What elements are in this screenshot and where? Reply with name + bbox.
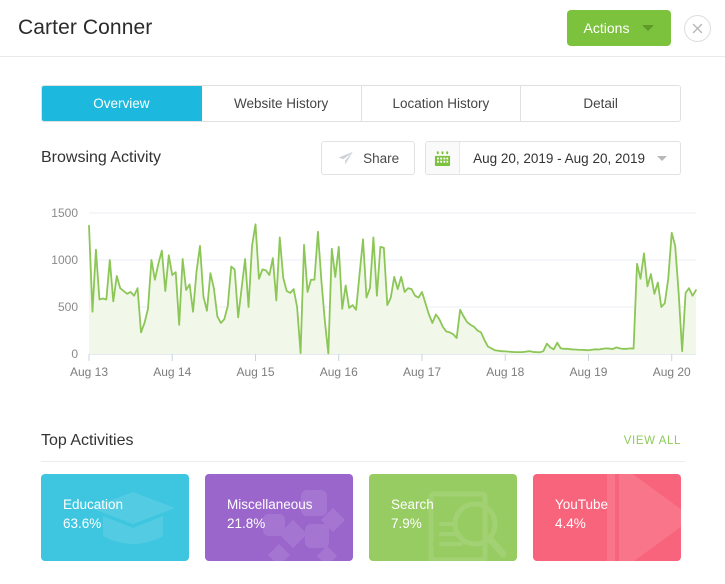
close-button[interactable] xyxy=(684,14,711,42)
tab-detail[interactable]: Detail xyxy=(521,86,680,121)
activity-card-percent: 63.6% xyxy=(63,516,102,531)
chart-x-tick-label: Aug 13 xyxy=(70,365,108,379)
chart-x-tick-label: Aug 18 xyxy=(486,365,524,379)
section-divider xyxy=(41,461,685,462)
chart-x-tick-label: Aug 17 xyxy=(403,365,441,379)
chart-y-tick-label: 1500 xyxy=(51,206,78,220)
share-button[interactable]: Share xyxy=(321,141,416,175)
chart-y-tick-label: 0 xyxy=(71,347,78,361)
top-activities-title: Top Activities xyxy=(41,432,134,449)
tab-location-history[interactable]: Location History xyxy=(361,86,522,121)
chart-y-tick-label: 500 xyxy=(58,300,78,314)
view-all-link[interactable]: VIEW ALL xyxy=(624,435,681,447)
chevron-down-icon xyxy=(657,155,667,161)
activity-card-name: Miscellaneous xyxy=(227,497,313,512)
tab-detail-label: Detail xyxy=(583,96,618,111)
tab-overview[interactable]: Overview xyxy=(42,86,202,121)
activity-card-text: YouTube 4.4% xyxy=(533,474,681,533)
actions-button-label: Actions xyxy=(583,20,630,36)
chart-svg: 0 500 1000 1500 Aug 13 Aug 14 Aug 15 Aug 16 Aug … xyxy=(51,206,697,379)
tab-website-history[interactable]: Website History xyxy=(201,86,362,121)
browsing-activity-title: Browsing Activity xyxy=(41,149,162,166)
chevron-down-icon xyxy=(642,25,655,31)
browsing-activity-chart: 0 500 1000 1500 Aug 13 Aug 14 Aug 15 Aug 16 Aug … xyxy=(22,196,702,392)
actions-button[interactable]: Actions xyxy=(567,10,671,46)
share-button-label: Share xyxy=(363,150,400,166)
tab-website-history-label: Website History xyxy=(233,96,329,111)
top-activities-header: Top Activities VIEW ALL xyxy=(41,428,681,454)
activity-card-text: Miscellaneous 21.8% xyxy=(205,474,353,533)
chart-y-tick-label: 1000 xyxy=(51,253,78,267)
activity-card-text: Education 63.6% xyxy=(41,474,189,533)
activity-card-percent: 7.9% xyxy=(391,516,422,531)
activity-card-education[interactable]: Education 63.6% xyxy=(41,474,189,561)
chart-x-tick-label: Aug 16 xyxy=(320,365,358,379)
activity-card-percent: 21.8% xyxy=(227,516,266,531)
activity-card-search[interactable]: Search 7.9% xyxy=(369,474,517,561)
date-range-picker[interactable]: Aug 20, 2019 - Aug 20, 2019 xyxy=(425,141,681,175)
browsing-activity-toolbar: Browsing Activity Share Aug 20, 2019 - A… xyxy=(41,140,681,176)
chart-x-tick-label: Aug 15 xyxy=(236,365,274,379)
chart-x-tick-label: Aug 19 xyxy=(569,365,607,379)
tab-bar: Overview Website History Location Histor… xyxy=(41,85,681,122)
calendar-icon xyxy=(435,150,451,166)
activity-card-percent: 4.4% xyxy=(555,516,586,531)
paper-plane-icon xyxy=(338,151,353,165)
calendar-icon-cell xyxy=(426,142,461,174)
close-icon xyxy=(692,23,703,33)
activity-card-name: YouTube xyxy=(555,497,609,512)
activity-card-youtube[interactable]: YouTube 4.4% xyxy=(533,474,681,561)
chart-x-tick-label: Aug 14 xyxy=(153,365,191,379)
top-activities-cards: Education 63.6% Miscellaneous 21.8% Sear… xyxy=(41,474,683,561)
activity-card-miscellaneous[interactable]: Miscellaneous 21.8% xyxy=(205,474,353,561)
chart-x-tick-label: Aug 20 xyxy=(653,365,691,379)
activity-card-text: Search 7.9% xyxy=(369,474,517,533)
tab-overview-label: Overview xyxy=(93,96,150,111)
date-range-value: Aug 20, 2019 - Aug 20, 2019 xyxy=(473,150,645,166)
window-header: Carter Conner Actions xyxy=(0,0,725,57)
page-title: Carter Conner xyxy=(18,16,153,39)
activity-card-name: Search xyxy=(391,497,434,512)
activity-card-name: Education xyxy=(63,497,124,512)
tab-location-history-label: Location History xyxy=(392,96,490,111)
